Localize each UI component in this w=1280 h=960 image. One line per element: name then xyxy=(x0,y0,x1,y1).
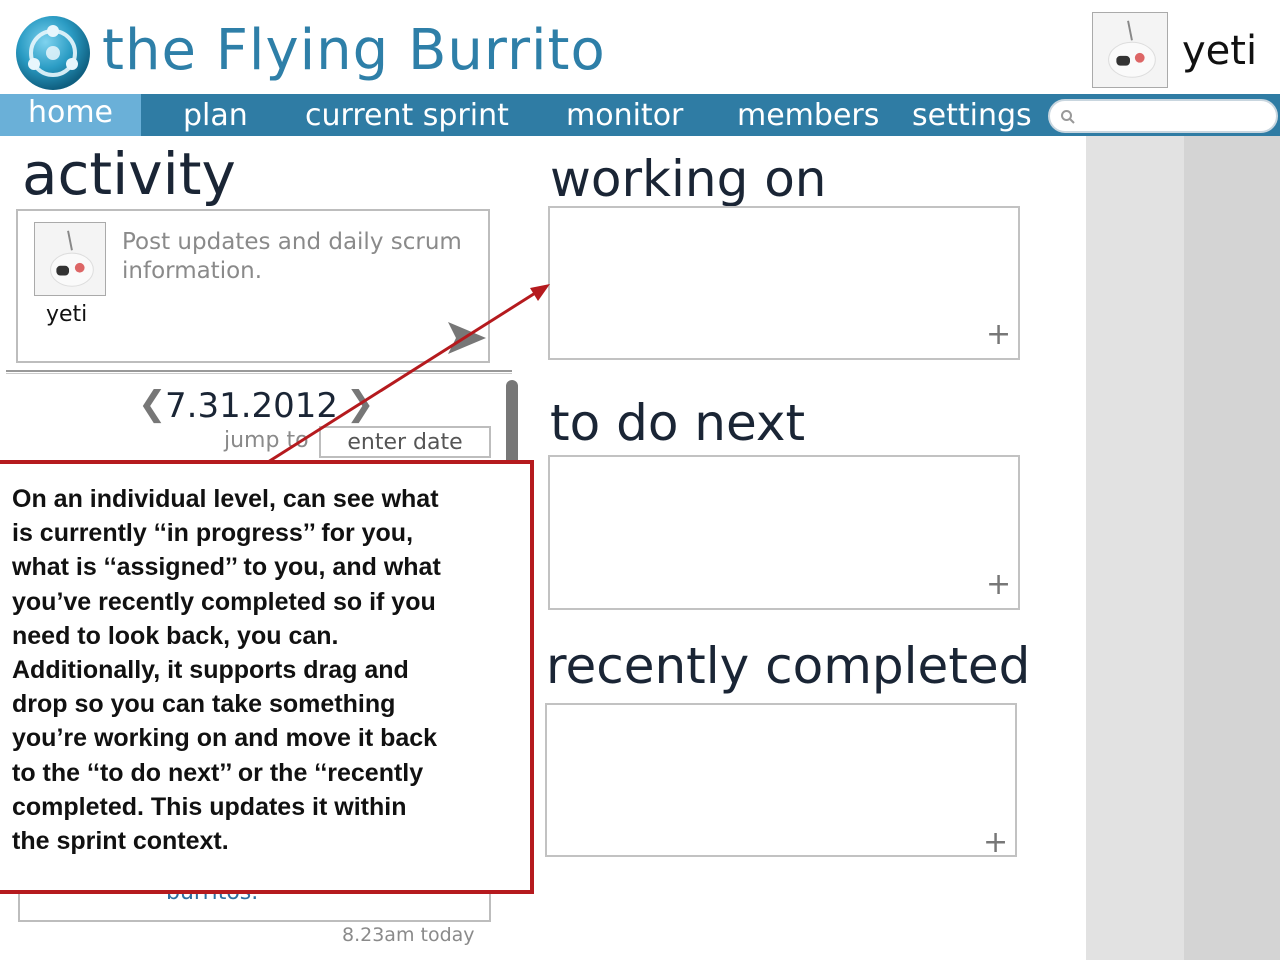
search-input[interactable] xyxy=(1082,105,1268,129)
user-avatar[interactable] xyxy=(1092,12,1168,88)
annotation-line: to the ‘‘to do next’’ or the ‘‘recently xyxy=(12,758,424,787)
working-on-add-button[interactable]: + xyxy=(986,320,1011,350)
date-input[interactable] xyxy=(319,426,491,458)
current-date: 7.31.2012 xyxy=(165,386,339,426)
working-on-title: working on xyxy=(550,150,827,208)
to-do-next-add-button[interactable]: + xyxy=(986,570,1011,600)
search-box[interactable] xyxy=(1048,99,1278,133)
annotation-line: what is ‘‘assigned’’ to you, and what xyxy=(12,553,441,582)
to-do-next-box[interactable] xyxy=(548,455,1020,610)
jump-to-label: jump to xyxy=(224,428,309,453)
nav-plan[interactable]: plan xyxy=(183,94,248,136)
annotation-line: you’re working on and move it back xyxy=(12,724,438,753)
post-avatar xyxy=(34,222,106,296)
annotation-line: the sprint context. xyxy=(12,827,229,856)
annotation-line: drop so you can take something xyxy=(12,690,396,719)
activity-title: activity xyxy=(22,140,236,208)
post-placeholder-text[interactable]: Post updates and daily scrum information… xyxy=(122,228,482,286)
nav-monitor[interactable]: monitor xyxy=(566,94,683,136)
user-name[interactable]: yeti xyxy=(1182,28,1257,74)
annotation-line: you’ve recently completed so if you xyxy=(12,587,436,616)
nav-settings[interactable]: settings xyxy=(912,94,1032,136)
activity-divider xyxy=(6,370,512,374)
search-icon xyxy=(1061,110,1075,124)
date-next-button[interactable]: ❯ xyxy=(346,384,375,424)
recently-completed-add-button[interactable]: + xyxy=(983,828,1008,858)
annotation-line: need to look back, you can. xyxy=(12,621,339,650)
feed-item-timestamp: 8.23am today xyxy=(342,924,475,946)
recently-completed-title: recently completed xyxy=(546,637,1031,695)
recently-completed-box[interactable] xyxy=(545,703,1017,857)
annotation-callout: On an individual level, can see what is … xyxy=(0,460,534,894)
post-user-name: yeti xyxy=(46,302,88,327)
annotation-line: is currently ‘‘in progress’’ for you, xyxy=(12,519,414,548)
to-do-next-title: to do next xyxy=(550,394,806,452)
app-title: the Flying Burrito xyxy=(102,18,606,83)
app-logo-icon xyxy=(16,16,90,90)
working-on-box[interactable] xyxy=(548,206,1020,360)
annotation-line: completed. This updates it within xyxy=(12,792,407,821)
right-side-panel-inner xyxy=(1184,136,1280,960)
nav-members[interactable]: members xyxy=(737,94,879,136)
annotation-line: On an individual level, can see what xyxy=(12,485,439,513)
annotation-text: On an individual level, can see what is … xyxy=(12,482,520,858)
nav-current-sprint[interactable]: current sprint xyxy=(305,94,509,136)
annotation-line: Additionally, it supports drag and xyxy=(12,656,409,685)
nav-home[interactable]: home xyxy=(0,94,141,136)
date-prev-button[interactable]: ❮ xyxy=(138,384,167,424)
send-arrow-icon[interactable] xyxy=(446,318,488,358)
activity-scrollbar[interactable] xyxy=(506,380,518,470)
